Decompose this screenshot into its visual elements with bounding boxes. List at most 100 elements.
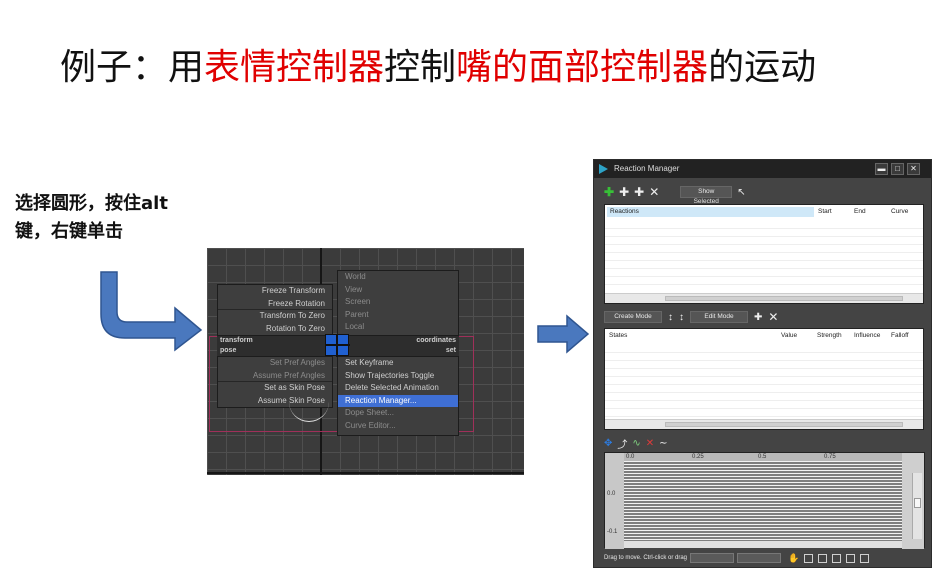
status-field-2[interactable] [737,553,782,563]
quad-menu-top-right: World View Screen Parent Local [337,270,459,336]
col-states[interactable]: States [609,331,627,341]
x-label-2: 0.5 [758,454,767,460]
slide-title: 例子：用表情控制器控制嘴的面部控制器的运动 [60,38,816,90]
col-value[interactable]: Value [781,331,797,341]
graph-grid [624,461,902,541]
states-panel[interactable]: States Value Strength Influence Falloff [604,328,924,430]
add-state-icon[interactable]: ✚ [634,185,644,199]
zoom-icon[interactable] [846,553,856,563]
curve-graph[interactable]: 0.0 -0.1 0.0 0.25 0.5 0.75 [604,452,925,549]
quad-label-coordinates: coordinates [416,337,456,344]
menu-item-set-keyframe[interactable]: Set Keyframe [338,357,458,370]
viewport[interactable]: Freeze Transform Freeze Rotation Transfo… [207,248,524,475]
status-field-1[interactable] [690,553,735,563]
menu-item-parent[interactable]: Parent [338,309,458,322]
zoom-vertical-icon[interactable] [832,553,842,563]
states-scrollbar[interactable] [605,419,923,429]
graph-horizontal-scrollbar[interactable] [624,541,902,548]
title-part-5: 的运动 [708,47,817,88]
append-icon[interactable]: ✚ [754,312,762,323]
col-strength[interactable]: Strength [817,331,842,341]
x-label-0: 0.0 [626,454,635,460]
reactions-rows [605,221,923,291]
title-part-1: 例子：用 [60,47,205,88]
col-start[interactable]: Start [818,207,832,217]
menu-item-show-trajectories[interactable]: Show Trajectories Toggle [338,370,458,383]
graph-vertical-scrollbar[interactable] [912,473,922,539]
instruction-line-1: 选择圆形，按住alt [15,193,168,214]
quad-center-icon [325,334,350,357]
col-falloff[interactable]: Falloff [891,331,909,341]
status-text: Drag to move. Ctrl-click or drag [604,555,688,561]
title-part-3: 控制 [384,47,457,88]
quad-label-set: set [445,347,456,354]
curve-toolbar: ✥ ⤴ ∿ ✕ ∼ [604,436,668,451]
quad-label-pose: pose [220,347,237,354]
menu-item-freeze-transform[interactable]: Freeze Transform [218,285,332,298]
col-reactions[interactable]: Reactions [607,207,814,217]
reaction-manager-window: Reaction Manager ▬ □ ✕ ✚ ✚ ✚ ✕ Show Sele… [593,159,932,568]
create-mode-button[interactable]: Create Mode [604,311,662,323]
quad-label-transform: transform [220,337,253,344]
y-label-0: 0.0 [607,491,616,497]
add-master-icon[interactable]: ✚ [604,185,614,199]
zoom-extents-icon[interactable] [804,553,814,563]
title-part-2: 表情控制器 [204,47,385,88]
delete-reaction-icon[interactable]: ✕ [649,185,659,199]
maximize-icon[interactable]: □ [891,163,904,175]
col-curve[interactable]: Curve [891,207,908,217]
add-state-icon-2[interactable]: ↕ [668,312,673,323]
menu-item-set-pref-angles[interactable]: Set Pref Angles [218,357,332,370]
states-rows [605,345,923,417]
delete-state-icon[interactable]: ✕ [768,310,778,324]
col-influence[interactable]: Influence [854,331,880,341]
menu-item-reaction-manager[interactable]: Reaction Manager... [338,394,458,407]
menu-item-freeze-rotation[interactable]: Freeze Rotation [218,298,332,310]
right-arrow-icon [537,314,589,354]
menu-item-screen[interactable]: Screen [338,296,458,309]
graph-y-ruler: 0.0 -0.1 [605,453,624,549]
add-selected-icon[interactable]: ✚ [619,185,629,199]
pick-cursor-icon[interactable]: ↖ [737,187,745,198]
menu-item-world[interactable]: World [338,271,458,284]
close-icon[interactable]: ✕ [907,163,920,175]
insert-state-icon[interactable]: ↕ [679,312,684,323]
bent-arrow-icon [100,271,203,352]
status-bar: Drag to move. Ctrl-click or drag ✋ [604,552,924,564]
title-part-4: 嘴的面部控制器 [456,47,709,88]
menu-item-view[interactable]: View [338,284,458,297]
scale-keys-icon[interactable]: ⤴ [617,436,627,451]
instruction-text: 选择圆形，按住alt 键，右键单击 [15,190,230,246]
reactions-toolbar: ✚ ✚ ✚ ✕ Show Selected ↖ [604,184,746,205]
zoom-horizontal-icon[interactable] [818,553,828,563]
grid-axis-horizontal [207,472,524,474]
menu-item-delete-animation[interactable]: Delete Selected Animation [338,382,458,395]
reactions-scrollbar[interactable] [605,293,923,303]
zoom-region-icon[interactable] [860,553,870,563]
instruction-line-2: 键，右键单击 [15,221,123,242]
menu-item-dope-sheet[interactable]: Dope Sheet... [338,407,458,420]
delete-point-icon[interactable]: ✕ [646,438,654,449]
move-keys-icon[interactable]: ✥ [604,438,612,449]
menu-item-set-skin-pose[interactable]: Set as Skin Pose [218,382,332,395]
show-selected-button[interactable]: Show Selected [680,186,733,205]
y-label-1: -0.1 [607,529,618,535]
pan-hand-icon[interactable]: ✋ [788,553,799,564]
menu-item-assume-pref-angles[interactable]: Assume Pref Angles [218,370,332,382]
x-label-1: 0.25 [692,454,704,460]
menu-item-transform-to-zero[interactable]: Transform To Zero [218,310,332,323]
curve-type-icon[interactable]: ∼ [659,438,667,449]
states-toolbar: Create Mode ↕ ↕ Edit Mode ✚ ✕ [604,310,778,324]
graph-x-ruler: 0.0 0.25 0.5 0.75 [624,453,902,461]
menu-item-rotation-to-zero[interactable]: Rotation To Zero [218,323,332,336]
reactions-panel[interactable]: Reactions Start End Curve [604,204,924,304]
edit-mode-button[interactable]: Edit Mode [690,311,748,323]
col-end[interactable]: End [854,207,866,217]
x-label-3: 0.75 [824,454,836,460]
menu-item-curve-editor[interactable]: Curve Editor... [338,420,458,433]
add-point-icon[interactable]: ∿ [632,438,640,449]
quad-menu-bottom-right: Set Keyframe Show Trajectories Toggle De… [337,356,459,436]
menu-item-local[interactable]: Local [338,321,458,334]
minimize-icon[interactable]: ▬ [875,163,888,175]
quad-menu-top-left: Freeze Transform Freeze Rotation Transfo… [217,284,333,336]
